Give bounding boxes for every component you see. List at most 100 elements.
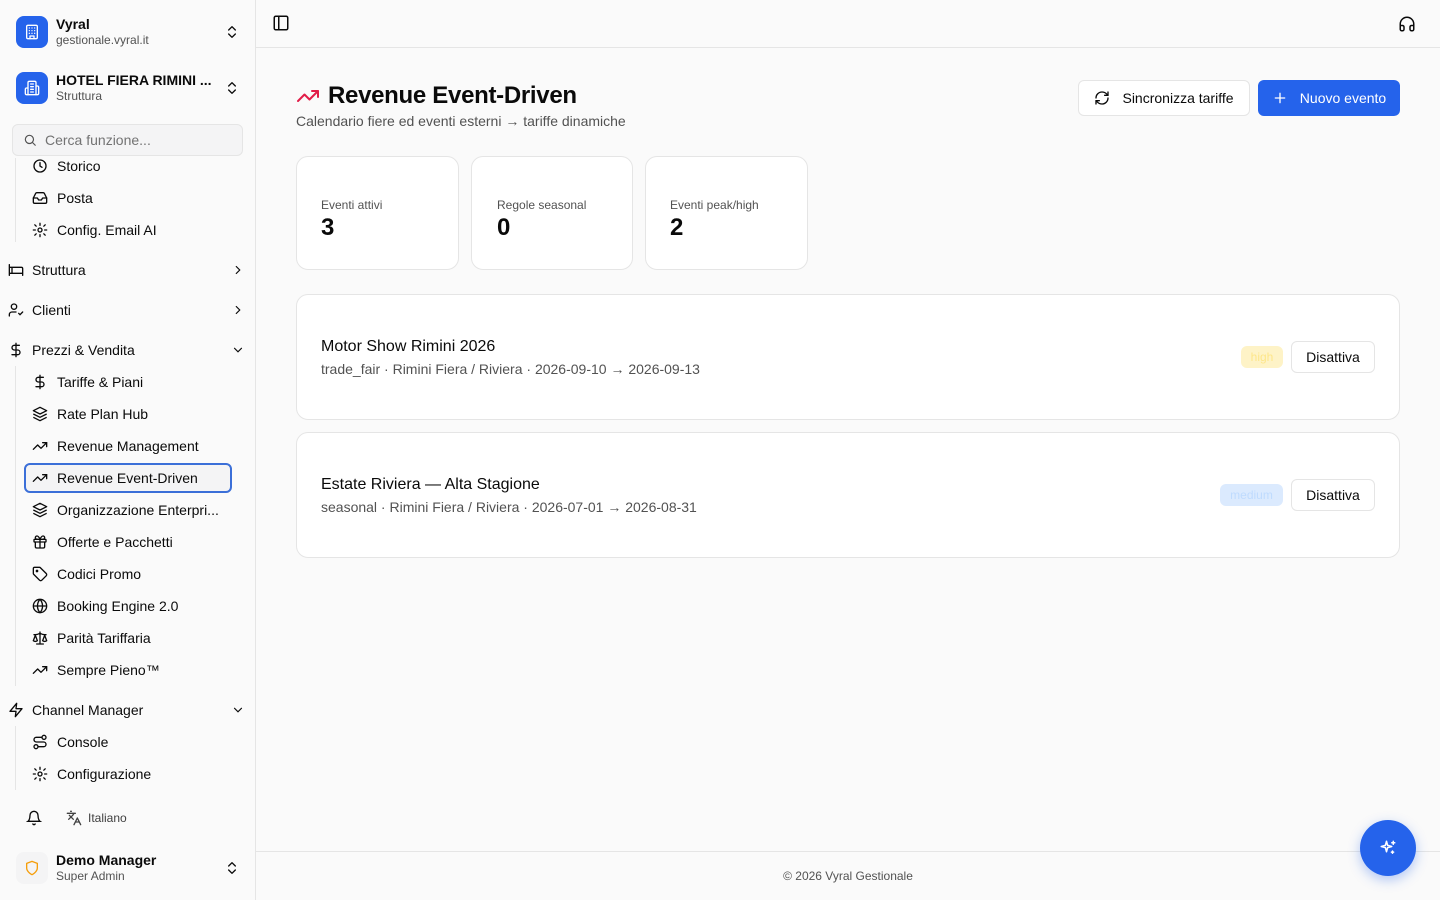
scale-icon <box>32 631 48 645</box>
event-meta: seasonal · Rimini Fiera / Riviera · 2026… <box>321 499 697 515</box>
trending-up-icon <box>32 474 48 482</box>
plus-icon <box>1274 92 1286 104</box>
language-switcher[interactable]: Italiano <box>66 810 127 826</box>
property-type: Struttura <box>56 89 103 103</box>
route-icon <box>33 734 47 750</box>
history-icon <box>33 159 47 173</box>
gear-icon <box>32 222 48 238</box>
stat-card-peak-events: Eventi peak/high 2 <box>645 156 808 270</box>
chevrons-up-down-icon <box>228 26 236 38</box>
sparkles-icon <box>1380 840 1396 854</box>
nav-group-clienti[interactable]: Clienti <box>0 294 255 326</box>
trending-up-icon <box>32 442 48 450</box>
user-check-icon <box>8 303 24 317</box>
sidebar-item-storico[interactable]: Storico <box>24 158 232 181</box>
sidebar-item-booking-engine[interactable]: Booking Engine 2.0 <box>24 591 232 621</box>
sidebar-item-codici-promo[interactable]: Codici Promo <box>24 559 232 589</box>
nav-guide-line <box>15 158 16 242</box>
search-input[interactable] <box>45 132 235 148</box>
event-name: Estate Riviera — Alta Stagione <box>321 476 540 493</box>
user-name: Demo Manager <box>56 852 157 868</box>
mail-icon <box>32 192 48 204</box>
footer: © 2026 Vyral Gestionale <box>256 851 1440 900</box>
chevron-right-icon <box>235 305 241 315</box>
sidebar-item-revenue-management[interactable]: Revenue Management <box>24 431 232 461</box>
new-event-button[interactable]: Nuovo evento <box>1258 80 1400 116</box>
deactivate-button[interactable]: Disattiva <box>1291 479 1375 511</box>
user-menu[interactable]: Demo Manager Super Admin <box>8 844 248 892</box>
refresh-icon <box>1095 91 1110 105</box>
priority-badge: high <box>1241 346 1283 368</box>
dollar-icon <box>35 374 45 390</box>
headphones-icon <box>1399 16 1415 32</box>
sidebar-toggle-button[interactable] <box>272 14 292 34</box>
globe-icon <box>32 598 48 614</box>
nav-group-prezzi[interactable]: Prezzi & Vendita <box>0 334 255 366</box>
support-button[interactable] <box>1398 15 1416 33</box>
event-card: Motor Show Rimini 2026 trade_fair · Rimi… <box>296 294 1400 420</box>
sidebar-item-console[interactable]: Console <box>24 727 232 757</box>
chevron-down-icon <box>233 347 243 353</box>
trending-up-icon <box>297 90 319 102</box>
sidebar-item-posta[interactable]: Posta <box>24 183 232 213</box>
bed-icon <box>8 264 24 276</box>
nav-guide-line <box>15 726 16 790</box>
page-title: Revenue Event-Driven <box>328 82 577 109</box>
event-meta: trade_fair · Rimini Fiera / Riviera · 20… <box>321 361 700 377</box>
notifications-button[interactable] <box>24 808 44 828</box>
user-role: Super Admin <box>56 869 125 883</box>
nav-guide-line <box>15 366 16 686</box>
org-switcher[interactable]: Vyral gestionale.vyral.it <box>8 8 248 56</box>
event-card: Estate Riviera — Alta Stagione seasonal … <box>296 432 1400 558</box>
deactivate-button[interactable]: Disattiva <box>1291 341 1375 373</box>
nav-group-struttura[interactable]: Struttura <box>0 254 255 286</box>
tag-icon <box>32 566 48 582</box>
sidebar-item-sempre-pieno[interactable]: Sempre Pieno™ <box>24 655 232 685</box>
sync-rates-button[interactable]: Sincronizza tariffe <box>1078 80 1250 116</box>
gift-icon <box>33 535 47 549</box>
property-switcher[interactable]: HOTEL FIERA RIMINI ... Struttura <box>8 64 248 112</box>
ai-assistant-button[interactable] <box>1360 820 1416 876</box>
chevron-down-icon <box>233 707 243 713</box>
layers-icon <box>32 406 48 422</box>
sidebar-item-config-email[interactable]: Config. Email AI <box>24 215 232 245</box>
stat-card-seasonal-rules: Regole seasonal 0 <box>471 156 633 270</box>
bell-icon <box>26 810 42 826</box>
sidebar-item-configurazione[interactable]: Configurazione <box>24 759 232 789</box>
sidebar-item-tariffe[interactable]: Tariffe & Piani <box>24 367 232 397</box>
page-subtitle: Calendario fiere ed eventi esterni → tar… <box>296 113 626 129</box>
nav-list: Storico Posta Config. Email AI Struttura… <box>0 158 255 792</box>
gear-icon <box>32 766 48 782</box>
event-name: Motor Show Rimini 2026 <box>321 338 496 355</box>
panel-left-icon <box>273 15 289 31</box>
chevrons-up-down-icon <box>228 82 236 94</box>
sidebar-item-revenue-event-driven[interactable]: Revenue Event-Driven <box>24 463 232 493</box>
page-header: Revenue Event-Driven <box>296 80 577 112</box>
avatar <box>16 852 48 884</box>
shield-icon <box>26 860 38 876</box>
zap-icon <box>9 702 23 718</box>
sidebar-search <box>12 124 243 156</box>
trending-up-icon <box>32 666 48 674</box>
nav-group-channel-manager[interactable]: Channel Manager <box>0 694 255 726</box>
stat-card-active-events: Eventi attivi 3 <box>296 156 459 270</box>
language-label: Italiano <box>88 811 127 825</box>
chevrons-up-down-icon <box>228 862 236 874</box>
search-icon <box>24 134 36 146</box>
property-name: HOTEL FIERA RIMINI ... <box>56 72 212 88</box>
hotel-icon <box>16 72 48 104</box>
languages-icon <box>66 810 82 826</box>
sidebar: Vyral gestionale.vyral.it HOTEL FIERA RI… <box>0 0 256 900</box>
sidebar-item-organizzazione[interactable]: Organizzazione Enterpri... <box>24 495 232 525</box>
org-name: Vyral <box>56 16 90 32</box>
priority-badge: medium <box>1220 484 1283 506</box>
dollar-icon <box>11 342 21 358</box>
sidebar-item-parita[interactable]: Parità Tariffaria <box>24 623 232 653</box>
sidebar-item-rate-plan-hub[interactable]: Rate Plan Hub <box>24 399 232 429</box>
building-icon <box>16 16 48 48</box>
org-domain: gestionale.vyral.it <box>56 33 149 47</box>
top-bar <box>256 0 1440 48</box>
sidebar-item-offerte[interactable]: Offerte e Pacchetti <box>24 527 232 557</box>
layers-icon <box>32 502 48 518</box>
sidebar-utilities: Italiano <box>0 800 255 836</box>
